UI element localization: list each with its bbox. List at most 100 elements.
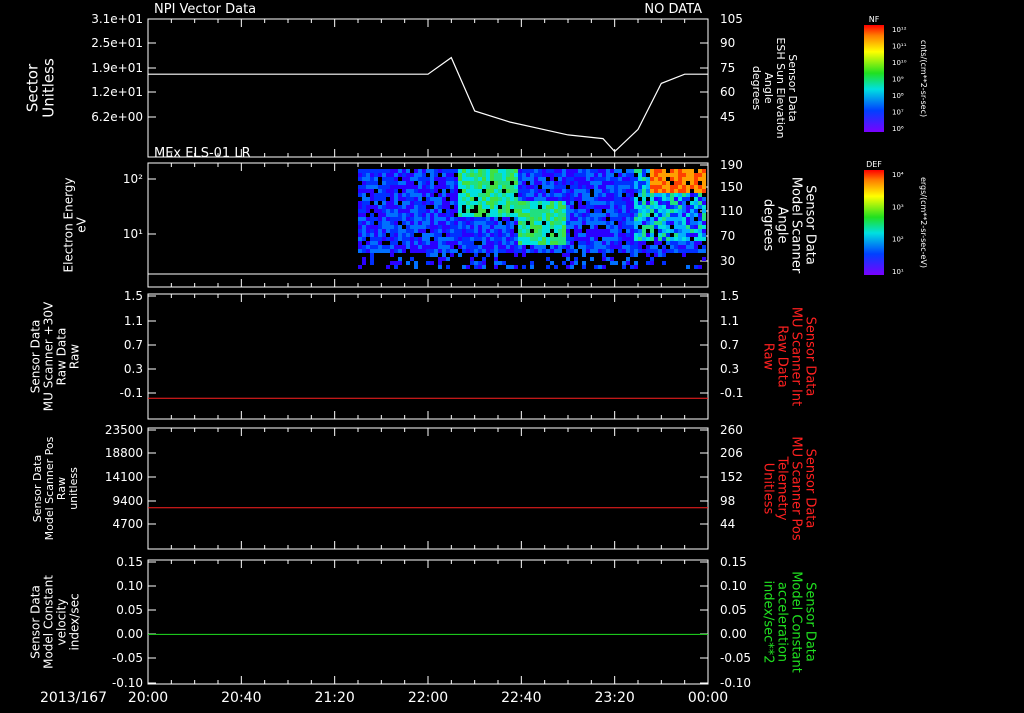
heatmap-cell bbox=[382, 229, 386, 233]
heatmap-cell bbox=[546, 213, 550, 217]
heatmap-cell bbox=[526, 213, 530, 217]
heatmap-cell bbox=[358, 209, 362, 213]
heatmap-cell bbox=[390, 241, 394, 245]
heatmap-cell bbox=[558, 217, 562, 221]
heatmap-cell bbox=[410, 201, 414, 205]
heatmap-cell bbox=[662, 181, 666, 185]
heatmap-cell bbox=[594, 173, 598, 177]
heatmap-cell bbox=[406, 181, 410, 185]
heatmap-cell bbox=[574, 189, 578, 193]
heatmap-cell bbox=[542, 249, 546, 253]
heatmap-cell bbox=[358, 225, 362, 229]
heatmap-cell bbox=[454, 249, 458, 253]
heatmap-cell bbox=[602, 237, 606, 241]
heatmap-cell bbox=[626, 181, 630, 185]
heatmap-cell bbox=[402, 249, 406, 253]
y-tick-label: 3.1e+01 bbox=[91, 12, 143, 26]
heatmap-cell bbox=[390, 173, 394, 177]
colorbar-nf-tick: 10⁹ bbox=[892, 76, 904, 84]
heatmap-cell bbox=[402, 201, 406, 205]
heatmap-cell bbox=[610, 169, 614, 173]
heatmap-cell bbox=[674, 197, 678, 201]
heatmap-cell bbox=[482, 233, 486, 237]
heatmap-cell bbox=[594, 233, 598, 237]
heatmap-cell bbox=[630, 249, 634, 253]
heatmap-cell bbox=[538, 189, 542, 193]
heatmap-cell bbox=[494, 189, 498, 193]
heatmap-cell bbox=[414, 201, 418, 205]
heatmap-cell bbox=[610, 209, 614, 213]
heatmap-cell bbox=[634, 185, 638, 189]
heatmap-cell bbox=[578, 209, 582, 213]
heatmap-cell bbox=[410, 241, 414, 245]
heatmap-cell bbox=[442, 197, 446, 201]
heatmap-cell bbox=[498, 221, 502, 225]
heatmap-cell bbox=[678, 177, 682, 181]
heatmap-cell bbox=[678, 201, 682, 205]
heatmap-cell bbox=[430, 241, 434, 245]
heatmap-cell bbox=[670, 241, 674, 245]
heatmap-cell bbox=[362, 181, 366, 185]
heatmap-cell bbox=[586, 221, 590, 225]
heatmap-cell bbox=[662, 233, 666, 237]
heatmap-cell bbox=[406, 245, 410, 249]
heatmap-cell bbox=[650, 233, 654, 237]
heatmap-cell bbox=[382, 245, 386, 249]
heatmap-cell bbox=[518, 181, 522, 185]
heatmap-cell bbox=[522, 193, 526, 197]
heatmap-cell bbox=[674, 181, 678, 185]
heatmap-cell bbox=[386, 229, 390, 233]
heatmap-cell bbox=[474, 217, 478, 221]
heatmap-cell bbox=[450, 189, 454, 193]
heatmap-cell bbox=[546, 217, 550, 221]
heatmap-cell bbox=[474, 221, 478, 225]
heatmap-cell bbox=[362, 201, 366, 205]
y-axis-label: Electron Energy eV bbox=[62, 177, 89, 272]
heatmap-cell bbox=[362, 233, 366, 237]
heatmap-cell bbox=[702, 225, 706, 229]
heatmap-cell bbox=[586, 181, 590, 185]
heatmap-cell bbox=[494, 209, 498, 213]
heatmap-cell bbox=[478, 205, 482, 209]
heatmap-cell bbox=[382, 221, 386, 225]
heatmap-cell bbox=[614, 213, 618, 217]
heatmap-cell bbox=[546, 229, 550, 233]
heatmap-cell bbox=[406, 261, 410, 265]
heatmap-cell bbox=[638, 185, 642, 189]
heatmap-cell bbox=[626, 209, 630, 213]
heatmap-cell bbox=[534, 193, 538, 197]
heatmap-cell bbox=[482, 265, 486, 269]
heatmap-cell bbox=[626, 177, 630, 181]
y-axis-label-line: velocity bbox=[55, 599, 69, 646]
y-axis-label-right-line: MU Scanner Int bbox=[788, 307, 803, 406]
heatmap-cell bbox=[602, 249, 606, 253]
heatmap-cell bbox=[394, 265, 398, 269]
heatmap-cell bbox=[514, 177, 518, 181]
heatmap-cell bbox=[614, 209, 618, 213]
heatmap-cell bbox=[434, 189, 438, 193]
heatmap-cell bbox=[534, 213, 538, 217]
heatmap-cell bbox=[510, 201, 514, 205]
heatmap-cell bbox=[530, 221, 534, 225]
heatmap-cell bbox=[550, 189, 554, 193]
heatmap-cell bbox=[414, 241, 418, 245]
heatmap-cell bbox=[650, 181, 654, 185]
heatmap-cell bbox=[470, 173, 474, 177]
heatmap-cell bbox=[546, 201, 550, 205]
heatmap-cell bbox=[362, 237, 366, 241]
heatmap-cell bbox=[458, 213, 462, 217]
heatmap-cell bbox=[466, 225, 470, 229]
heatmap-cell bbox=[602, 189, 606, 193]
heatmap-cell bbox=[610, 189, 614, 193]
heatmap-cell bbox=[670, 177, 674, 181]
heatmap-cell bbox=[442, 177, 446, 181]
heatmap-cell bbox=[674, 185, 678, 189]
y-axis-label-right-line: Raw Data bbox=[774, 325, 789, 388]
heatmap-cell bbox=[554, 237, 558, 241]
heatmap-cell bbox=[442, 173, 446, 177]
heatmap-cell bbox=[682, 225, 686, 229]
heatmap-cell bbox=[598, 181, 602, 185]
heatmap-cell bbox=[454, 177, 458, 181]
heatmap-cell bbox=[518, 229, 522, 233]
y-tick-label-right: 206 bbox=[720, 446, 743, 460]
